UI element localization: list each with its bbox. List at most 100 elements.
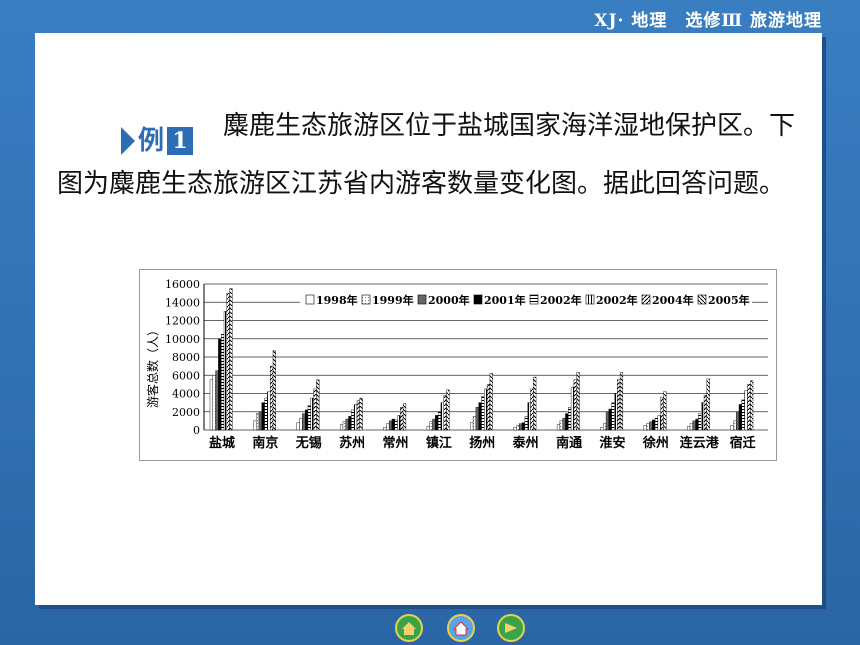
legend-label: 2001年 bbox=[484, 293, 526, 307]
x-tick-label: 泰州 bbox=[512, 435, 539, 451]
bar bbox=[386, 423, 390, 431]
bar bbox=[383, 427, 387, 431]
bar bbox=[744, 390, 748, 431]
bar bbox=[348, 416, 352, 431]
bar bbox=[484, 388, 488, 431]
bar bbox=[706, 378, 710, 431]
legend-label: 1998年 bbox=[316, 293, 358, 307]
content-panel: 例1 麋鹿生态旅游区位于盐城国家海洋湿地保护区。下图为麋鹿生态旅游区江苏省内游客… bbox=[35, 33, 822, 605]
x-tick-label: 淮安 bbox=[598, 435, 625, 451]
bar bbox=[304, 409, 309, 431]
bar bbox=[519, 423, 523, 431]
header-title: XJ· 地理 选修Ⅲ 旅游地理 bbox=[594, 11, 822, 31]
y-tick-label: 14000 bbox=[165, 296, 200, 309]
next-button[interactable] bbox=[497, 614, 525, 642]
bar bbox=[316, 379, 320, 431]
bar bbox=[524, 416, 528, 431]
visitor-bar-chart: 0 2000 4000 6000 8000 10000 12000 14000 16000 盐城 南… bbox=[145, 278, 768, 451]
bar bbox=[400, 406, 404, 431]
bar bbox=[736, 411, 740, 431]
home-button[interactable] bbox=[447, 614, 475, 642]
legend-label: 1999年 bbox=[372, 293, 414, 307]
bar bbox=[741, 399, 745, 431]
bar bbox=[299, 417, 303, 431]
x-tick-label: 常州 bbox=[383, 435, 409, 451]
bar bbox=[486, 384, 491, 431]
home-prev-icon bbox=[395, 614, 423, 642]
y-tick-label: 16000 bbox=[165, 278, 200, 291]
bar bbox=[470, 422, 474, 431]
bar bbox=[261, 402, 265, 431]
y-tick-label: 12000 bbox=[165, 315, 200, 328]
bar bbox=[660, 396, 664, 431]
bar bbox=[351, 409, 355, 431]
bar bbox=[689, 423, 694, 431]
legend-label: 2002年 bbox=[596, 293, 638, 307]
bar bbox=[617, 379, 621, 431]
legend-swatch bbox=[529, 294, 539, 305]
bar bbox=[654, 417, 659, 431]
bar bbox=[209, 379, 213, 431]
y-axis-label: 游客总数（人） bbox=[145, 324, 160, 408]
bar bbox=[220, 333, 225, 431]
bar bbox=[353, 404, 358, 431]
prev-button[interactable] bbox=[395, 614, 423, 642]
house-icon bbox=[447, 614, 475, 642]
x-tick-label: 宿迁 bbox=[730, 435, 756, 451]
bar bbox=[573, 379, 577, 431]
bar bbox=[402, 403, 407, 431]
bar bbox=[229, 288, 233, 431]
bar bbox=[649, 421, 653, 431]
bar bbox=[663, 391, 667, 431]
arrow-icon bbox=[121, 127, 135, 155]
bar bbox=[600, 427, 604, 431]
bar bbox=[255, 413, 260, 431]
bar bbox=[446, 389, 450, 431]
bar bbox=[443, 395, 447, 431]
bar bbox=[302, 413, 306, 431]
legend-swatch bbox=[305, 294, 315, 305]
bar bbox=[345, 418, 349, 431]
bar bbox=[747, 384, 751, 431]
bar bbox=[703, 395, 708, 431]
bar bbox=[565, 413, 569, 431]
legend-label: 2004年 bbox=[652, 293, 694, 307]
bar bbox=[253, 420, 257, 431]
bar bbox=[687, 426, 691, 431]
bar bbox=[397, 415, 401, 431]
bar bbox=[475, 406, 479, 431]
bar bbox=[437, 411, 442, 431]
bar bbox=[394, 419, 398, 431]
bar bbox=[435, 415, 439, 431]
bar bbox=[657, 415, 661, 431]
y-tick-label: 6000 bbox=[172, 369, 200, 382]
bar bbox=[562, 417, 566, 431]
bar bbox=[432, 418, 436, 431]
x-tick-label: 连云港 bbox=[680, 435, 720, 451]
bar bbox=[342, 421, 346, 431]
bar bbox=[272, 350, 276, 431]
bar bbox=[533, 376, 537, 431]
y-tick-label: 2000 bbox=[172, 406, 200, 419]
bar bbox=[426, 426, 430, 431]
x-tick-label: 镇江 bbox=[426, 435, 452, 451]
bar bbox=[481, 396, 485, 431]
bar bbox=[692, 420, 696, 431]
bar bbox=[313, 388, 317, 431]
y-tick-label: 0 bbox=[193, 424, 200, 437]
y-tick-label: 10000 bbox=[165, 333, 200, 346]
bar bbox=[568, 406, 572, 431]
legend-label: 2005年 bbox=[708, 293, 750, 307]
bar bbox=[513, 427, 517, 431]
bar bbox=[226, 292, 230, 431]
bar bbox=[212, 375, 216, 431]
bar bbox=[472, 416, 477, 431]
bar bbox=[643, 425, 647, 431]
bar bbox=[527, 402, 531, 431]
x-tick-label: 南通 bbox=[556, 435, 582, 451]
bar bbox=[356, 400, 360, 431]
home-next-icon bbox=[497, 614, 525, 642]
bar bbox=[619, 372, 624, 431]
x-tick-label: 徐州 bbox=[642, 435, 669, 451]
bar bbox=[267, 391, 271, 431]
